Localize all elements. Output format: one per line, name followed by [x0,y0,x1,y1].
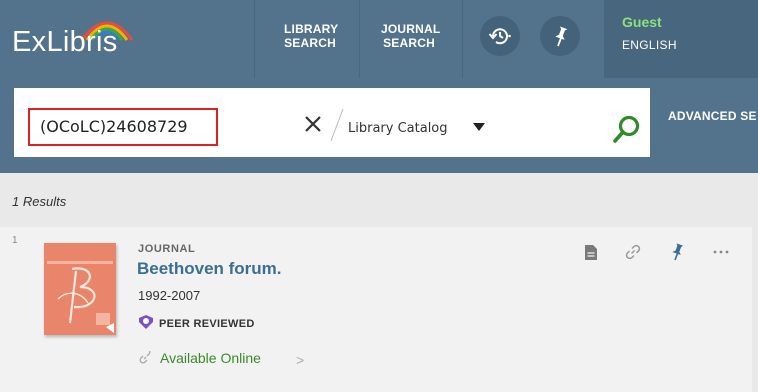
permalink-button[interactable] [624,243,642,261]
scope-divider [330,108,344,142]
history-button[interactable] [480,16,520,56]
pin-result-button[interactable] [668,243,686,261]
history-icon [488,28,511,45]
nav-library-search-line2: SEARCH [284,36,336,50]
nav-journal-search-line2: SEARCH [383,36,435,50]
ellipsis-icon [713,250,729,254]
advanced-search-link[interactable]: ADVANCED SE [668,109,757,123]
result-thumbnail[interactable] [44,243,116,335]
nav-journal-search[interactable]: JOURNAL SEARCH [381,22,441,50]
more-options-button[interactable] [712,243,730,261]
user-name: Guest [622,14,662,30]
nav-library-search-line1: LIBRARY [284,22,339,36]
link-icon [139,351,151,364]
pin-button[interactable] [540,16,580,56]
search-icon[interactable] [612,114,642,144]
result-item[interactable]: 1 JOURNAL Beethoven forum. 1992-2007 PEE… [0,227,752,392]
search-bar-area: (OCoLC)24608729 Library Catalog ADVANCED… [0,78,758,173]
peer-reviewed-icon [139,315,153,329]
search-input[interactable]: (OCoLC)24608729 [28,108,218,146]
search-box: (OCoLC)24608729 Library Catalog [14,88,650,157]
result-number: 1 [12,235,18,246]
search-scope-select[interactable]: Library Catalog [348,121,448,136]
language-label: ENGLISH [622,38,677,52]
nav-divider [254,0,255,78]
link-icon [625,244,641,260]
chevron-right-icon[interactable]: > [296,352,304,368]
chevron-down-icon[interactable] [473,123,485,131]
nav-library-search[interactable]: LIBRARY SEARCH [284,22,339,50]
user-menu[interactable]: Guest ENGLISH [604,0,758,78]
nav-journal-search-line1: JOURNAL [381,22,441,36]
result-title-link[interactable]: Beethoven forum. [137,259,282,279]
citation-button[interactable] [582,243,600,261]
result-date: 1992-2007 [138,288,201,303]
nav-divider [359,0,360,78]
clear-search-icon[interactable] [303,114,323,134]
pin-icon [672,243,684,261]
top-bar: ExLibris LIBRARY SEARCH JOURNAL SEARCH G… [0,0,758,78]
results-count: 1 Results [12,194,67,209]
thumbnail-cover-art [44,243,116,335]
pin-icon [555,26,568,47]
result-type: JOURNAL [138,243,196,255]
document-icon [585,244,597,260]
nav-divider [462,0,463,78]
peer-reviewed-badge: PEER REVIEWED [159,318,255,330]
logo-text: ExLibris [12,26,118,58]
available-online-link[interactable]: Available Online [160,350,261,366]
